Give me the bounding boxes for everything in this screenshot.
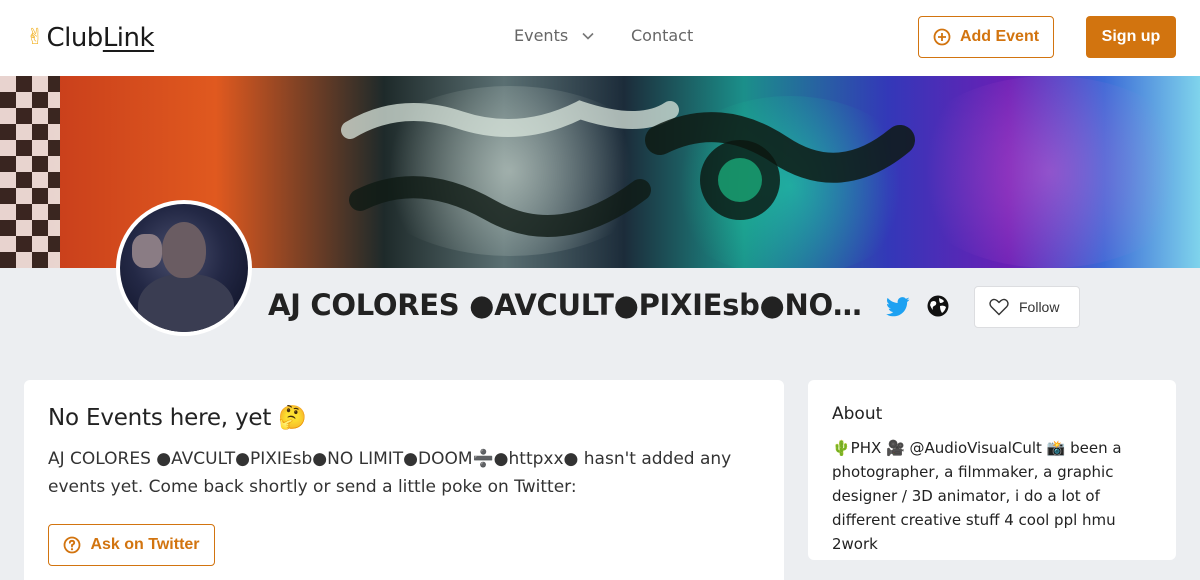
victory-hand-icon: ✌ <box>26 25 45 50</box>
main-nav: Events Contact <box>514 26 693 45</box>
about-card: About 🌵PHX 🎥 @AudioVisualCult 📸 been a p… <box>808 380 1176 560</box>
events-card-title: No Events here, yet 🤔 <box>48 405 307 431</box>
chevron-down-icon <box>582 32 594 40</box>
banner-chrome-lettering <box>341 100 915 237</box>
add-event-button[interactable]: Add Event <box>918 16 1054 58</box>
events-card: No Events here, yet 🤔 AJ COLORES ●AVCULT… <box>24 380 784 580</box>
logo-text: ClubLink <box>46 23 155 53</box>
avatar-photo <box>120 204 248 332</box>
add-event-label: Add Event <box>959 28 1040 45</box>
nav-events-label: Events <box>514 26 569 45</box>
follow-button[interactable]: Follow <box>974 286 1080 328</box>
nav-contact-link[interactable]: Contact <box>631 26 693 45</box>
ask-on-twitter-button[interactable]: Ask on Twitter <box>48 524 215 566</box>
help-circle-icon <box>64 536 81 554</box>
signup-button[interactable]: Sign up <box>1086 16 1176 58</box>
heart-icon <box>989 298 1009 316</box>
clublink-logo[interactable]: ✌ ClubLink <box>26 20 155 56</box>
profile-avatar <box>116 200 252 336</box>
ask-on-twitter-label: Ask on Twitter <box>90 536 200 553</box>
twitter-icon[interactable] <box>886 296 910 318</box>
events-card-message: AJ COLORES ●AVCULT●PIXIEsb●NO LIMIT●DOOM… <box>48 449 732 497</box>
plus-circle-icon <box>933 28 951 46</box>
nav-events-dropdown[interactable]: Events <box>514 26 594 45</box>
about-card-title: About <box>832 404 883 424</box>
banner-checker-pattern <box>0 76 60 268</box>
about-card-bio: 🌵PHX 🎥 @AudioVisualCult 📸 been a photogr… <box>832 439 1122 553</box>
follow-label: Follow <box>1019 299 1060 315</box>
top-header: ✌ ClubLink Events Contact Add Event Sign… <box>0 0 1200 76</box>
profile-name: AJ COLORES ●AVCULT●PIXIEsb●NO LIMIT●DOOM… <box>268 288 868 322</box>
globe-icon[interactable] <box>927 295 949 317</box>
